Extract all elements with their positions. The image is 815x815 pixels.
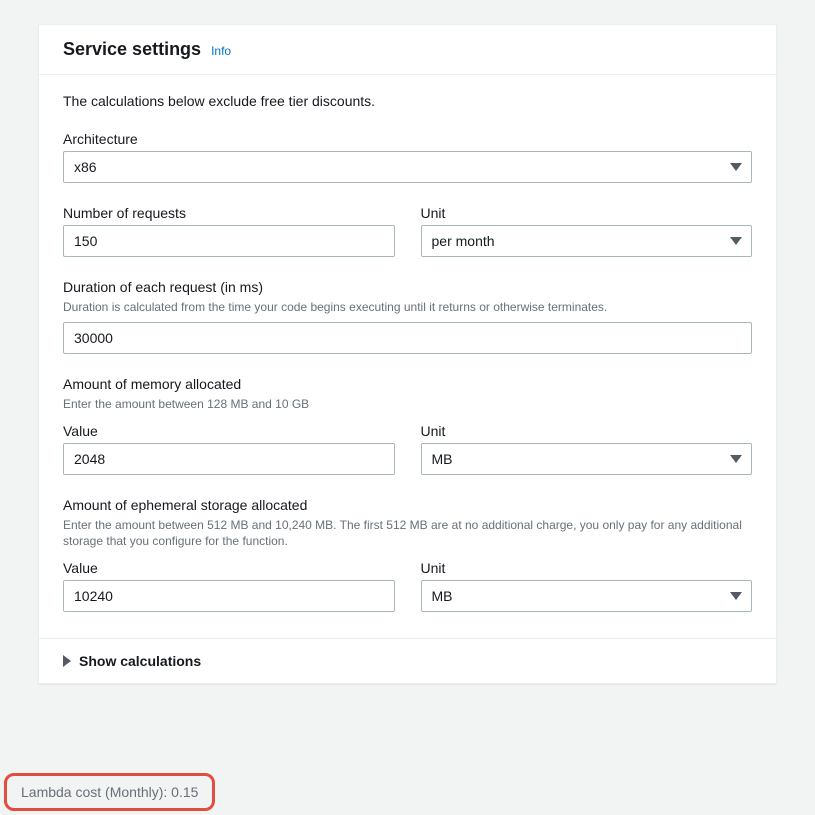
- storage-unit-field: Unit MB: [421, 560, 753, 612]
- storage-label: Amount of ephemeral storage allocated: [63, 497, 752, 513]
- memory-value-label: Value: [63, 423, 395, 439]
- storage-section: Amount of ephemeral storage allocated En…: [63, 497, 752, 551]
- page-title: Service settings: [63, 39, 201, 60]
- panel-header: Service settings Info: [39, 25, 776, 75]
- info-link[interactable]: Info: [211, 44, 231, 58]
- memory-unit-label: Unit: [421, 423, 753, 439]
- storage-value-field: Value: [63, 560, 395, 612]
- requests-input[interactable]: [63, 225, 395, 257]
- panel-body: The calculations below exclude free tier…: [39, 75, 776, 638]
- caret-right-icon: [63, 655, 71, 667]
- lambda-cost-callout: Lambda cost (Monthly): 0.15: [4, 773, 215, 811]
- duration-field: Duration of each request (in ms) Duratio…: [63, 279, 752, 354]
- storage-unit-label: Unit: [421, 560, 753, 576]
- storage-hint: Enter the amount between 512 MB and 10,2…: [63, 517, 752, 551]
- requests-row: Number of requests Unit per month: [63, 205, 752, 257]
- memory-value-field: Value: [63, 423, 395, 475]
- lambda-cost-text: Lambda cost (Monthly): 0.15: [21, 784, 198, 800]
- memory-unit-select[interactable]: MB: [421, 443, 753, 475]
- requests-label: Number of requests: [63, 205, 395, 221]
- memory-unit-select-wrap: MB: [421, 443, 753, 475]
- storage-row: Value Unit MB: [63, 560, 752, 612]
- requests-unit-field: Unit per month: [421, 205, 753, 257]
- storage-unit-select-wrap: MB: [421, 580, 753, 612]
- storage-value-input[interactable]: [63, 580, 395, 612]
- show-calculations-toggle[interactable]: Show calculations: [39, 638, 776, 683]
- memory-section: Amount of memory allocated Enter the amo…: [63, 376, 752, 413]
- requests-field: Number of requests: [63, 205, 395, 257]
- free-tier-note: The calculations below exclude free tier…: [63, 93, 752, 109]
- architecture-select[interactable]: x86: [63, 151, 752, 183]
- storage-value-label: Value: [63, 560, 395, 576]
- requests-unit-label: Unit: [421, 205, 753, 221]
- memory-row: Value Unit MB: [63, 423, 752, 475]
- memory-hint: Enter the amount between 128 MB and 10 G…: [63, 396, 752, 413]
- requests-unit-select[interactable]: per month: [421, 225, 753, 257]
- show-calculations-label: Show calculations: [79, 653, 201, 669]
- duration-input[interactable]: [63, 322, 752, 354]
- requests-unit-select-wrap: per month: [421, 225, 753, 257]
- storage-unit-select[interactable]: MB: [421, 580, 753, 612]
- memory-label: Amount of memory allocated: [63, 376, 752, 392]
- memory-value-input[interactable]: [63, 443, 395, 475]
- memory-unit-field: Unit MB: [421, 423, 753, 475]
- service-settings-panel: Service settings Info The calculations b…: [38, 24, 777, 684]
- duration-label: Duration of each request (in ms): [63, 279, 752, 295]
- architecture-label: Architecture: [63, 131, 752, 147]
- architecture-select-wrap: x86: [63, 151, 752, 183]
- architecture-field: Architecture x86: [63, 131, 752, 183]
- duration-hint: Duration is calculated from the time you…: [63, 299, 752, 316]
